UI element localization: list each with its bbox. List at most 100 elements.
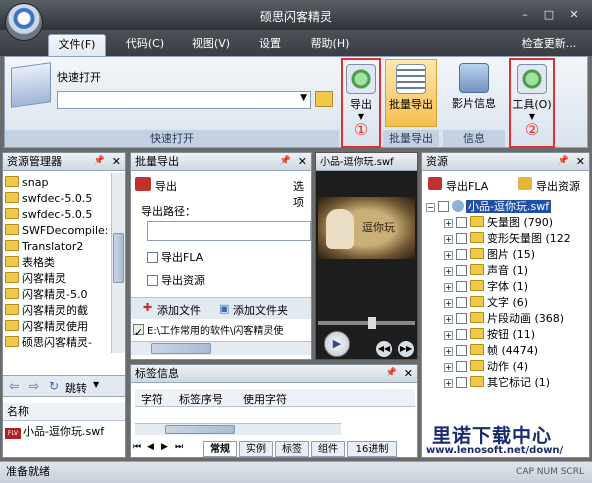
name-column-header[interactable]: 名称 <box>3 403 125 421</box>
checkbox-icon[interactable] <box>147 252 158 263</box>
export-resources-button[interactable]: 导出资源 <box>536 178 580 194</box>
tab-settings[interactable]: 设置 <box>250 34 290 56</box>
tree-item[interactable]: + 按钮 (11) <box>426 327 589 343</box>
list-item[interactable]: 闪客精灵-5.0 <box>5 287 111 303</box>
checked-checkbox-icon[interactable]: ✓ <box>133 324 144 339</box>
tab-file[interactable]: 文件(F) <box>48 34 106 56</box>
tab-hex[interactable]: 16进制 <box>347 441 397 457</box>
first-page-icon[interactable]: ⏮ <box>133 442 141 452</box>
list-item[interactable]: 闪客精灵使用 <box>5 319 111 335</box>
expand-icon[interactable]: + <box>444 235 453 244</box>
tree-item[interactable]: + 矢量图 (790) <box>426 215 589 231</box>
file-row[interactable]: FLV 小品-逗你玩.swf <box>5 424 125 440</box>
next-page-icon[interactable]: ▶ <box>161 442 168 452</box>
expand-icon[interactable]: + <box>444 283 453 292</box>
tree-item[interactable]: + 其它标记 (1) <box>426 375 589 391</box>
collapse-icon[interactable]: − <box>426 203 435 212</box>
pin-icon[interactable]: 📌 <box>94 153 105 170</box>
checkbox-icon[interactable] <box>456 377 467 388</box>
tree-root[interactable]: − 小品-逗你玩.swf <box>426 199 589 215</box>
checkbox-icon[interactable] <box>147 275 158 286</box>
back-arrow-icon[interactable]: ⇦ <box>9 379 19 393</box>
checkbox-icon[interactable] <box>438 201 449 212</box>
expand-icon[interactable]: + <box>444 331 453 340</box>
prev-page-icon[interactable]: ◀ <box>147 442 154 452</box>
tree-item[interactable]: + 动作 (4) <box>426 359 589 375</box>
refresh-icon[interactable]: ↻ <box>49 379 59 393</box>
tab-code[interactable]: 代码(C) <box>118 34 172 56</box>
tree-item[interactable]: + 字体 (1) <box>426 279 589 295</box>
list-item[interactable]: 硕思闪客精灵- <box>5 335 111 351</box>
export-path-input[interactable] <box>147 221 311 241</box>
column-header[interactable]: 标签序号 <box>179 391 223 407</box>
scroll-thumb[interactable] <box>113 233 124 283</box>
tab-help[interactable]: 帮助(H) <box>302 34 358 56</box>
checkbox-icon[interactable] <box>456 297 467 308</box>
export-fla-checkbox[interactable]: 导出FLA <box>147 249 203 265</box>
checkbox-icon[interactable] <box>456 233 467 244</box>
list-item[interactable]: swfdec-5.0.5 <box>5 207 111 223</box>
last-page-icon[interactable]: ⏭ <box>175 442 183 452</box>
expand-icon[interactable]: + <box>444 251 453 260</box>
folder-list-scrollbar[interactable] <box>111 173 125 353</box>
expand-icon[interactable]: + <box>444 267 453 276</box>
pin-icon[interactable]: 📌 <box>558 153 569 170</box>
play-button[interactable]: ▶ <box>324 331 350 357</box>
list-item[interactable]: 闪客精灵 <box>5 271 111 287</box>
tab-component[interactable]: 组件 <box>311 441 345 457</box>
export-resources-checkbox[interactable]: 导出资源 <box>147 272 205 288</box>
checkbox-icon[interactable] <box>456 345 467 356</box>
tools-button[interactable]: 工具(O) ▼ ② <box>509 58 555 148</box>
expand-icon[interactable]: + <box>444 299 453 308</box>
pin-icon[interactable]: 📌 <box>386 365 397 382</box>
rewind-button[interactable]: ◀◀ <box>376 341 392 357</box>
add-file-button[interactable]: 添加文件 <box>157 302 201 318</box>
expand-icon[interactable]: + <box>444 315 453 324</box>
scroll-thumb[interactable] <box>165 425 235 434</box>
tree-item[interactable]: + 变形矢量图 (122 <box>426 231 589 247</box>
quick-open-combo[interactable]: ▼ <box>57 91 311 109</box>
checkbox-icon[interactable] <box>456 249 467 260</box>
export-button[interactable]: 导出 ▼ ① <box>341 58 381 148</box>
tree-item[interactable]: + 帧 (4474) <box>426 343 589 359</box>
checkbox-icon[interactable] <box>456 217 467 228</box>
forward-arrow-icon[interactable]: ⇨ <box>29 379 39 393</box>
tag-table-scrollbar[interactable] <box>135 423 341 435</box>
file-list-scrollbar[interactable] <box>131 341 311 355</box>
list-item[interactable]: swfdec-5.0.5 <box>5 191 111 207</box>
close-icon[interactable]: ✕ <box>298 153 307 170</box>
jump-dropdown-icon[interactable]: ▼ <box>93 380 99 389</box>
fast-forward-button[interactable]: ▶▶ <box>398 341 414 357</box>
close-button[interactable]: ✕ <box>565 7 583 22</box>
checkbox-icon[interactable] <box>456 361 467 372</box>
close-icon[interactable]: ✕ <box>404 365 413 382</box>
tree-item[interactable]: + 文字 (6) <box>426 295 589 311</box>
browse-folder-icon[interactable] <box>315 91 333 107</box>
tree-item[interactable]: + 片段动画 (368) <box>426 311 589 327</box>
checkbox-icon[interactable] <box>456 281 467 292</box>
tree-item[interactable]: + 声音 (1) <box>426 263 589 279</box>
tab-view[interactable]: 视图(V) <box>184 34 238 56</box>
expand-icon[interactable]: + <box>444 347 453 356</box>
check-update-link[interactable]: 检查更新... <box>512 34 586 56</box>
close-icon[interactable]: ✕ <box>576 153 585 170</box>
file-entry-row[interactable]: ✓ E:\工作常用的软件\闪客精灵使 <box>133 323 309 339</box>
list-item[interactable]: Translator2 <box>5 239 111 255</box>
maximize-button[interactable]: □ <box>540 7 558 22</box>
checkbox-icon[interactable] <box>456 265 467 276</box>
list-item[interactable]: snap <box>5 175 111 191</box>
chevron-down-icon[interactable]: ▼ <box>300 93 307 103</box>
export-fla-button[interactable]: 导出FLA <box>446 178 488 194</box>
expand-icon[interactable]: + <box>444 379 453 388</box>
pin-icon[interactable]: 📌 <box>280 153 291 170</box>
list-item[interactable]: SWFDecompile: <box>5 223 111 239</box>
batch-export-button[interactable]: 批量导出 <box>385 59 437 127</box>
tree-item[interactable]: + 图片 (15) <box>426 247 589 263</box>
seek-thumb[interactable] <box>368 317 376 329</box>
checkbox-icon[interactable] <box>456 329 467 340</box>
tab-tag[interactable]: 标签 <box>275 441 309 457</box>
movie-info-button[interactable]: 影片信息 <box>445 59 503 127</box>
expand-icon[interactable]: + <box>444 363 453 372</box>
tab-instance[interactable]: 实例 <box>239 441 273 457</box>
jump-button[interactable]: 跳转 <box>65 380 87 396</box>
